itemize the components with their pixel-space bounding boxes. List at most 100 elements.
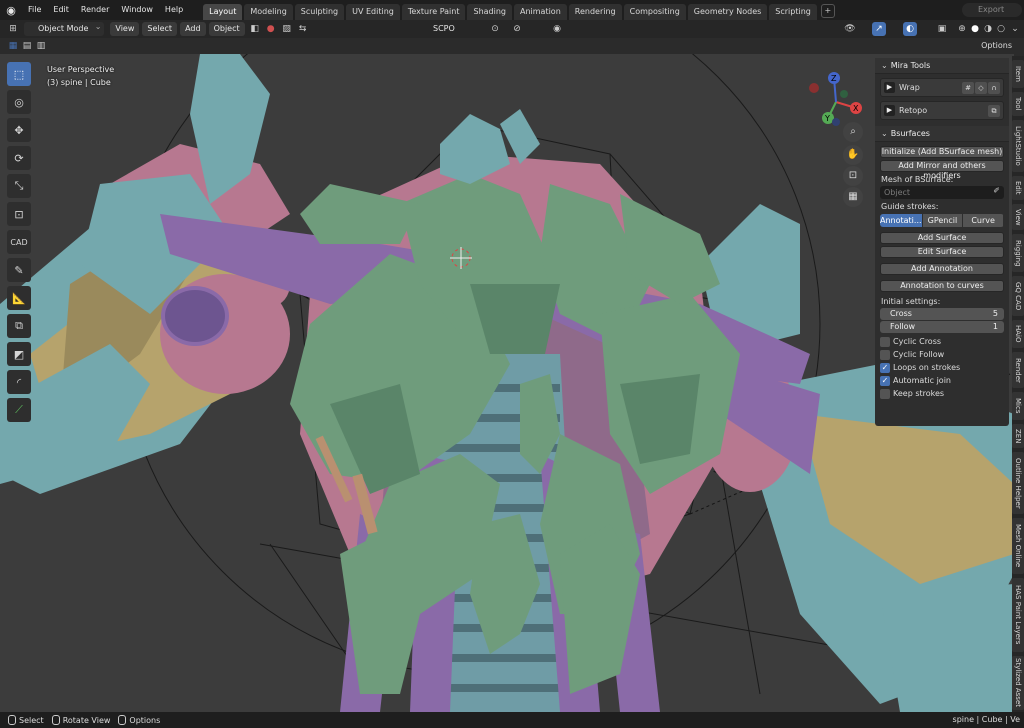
tab-view[interactable]: View: [1012, 204, 1024, 230]
move-icon[interactable]: ✥: [7, 118, 31, 142]
visibility-icon[interactable]: 👁: [843, 22, 857, 36]
material-shading-icon[interactable]: ◑: [981, 22, 995, 36]
play-icon[interactable]: ▶: [884, 82, 895, 93]
select-box-icon[interactable]: ⬚: [7, 62, 31, 86]
menu-file[interactable]: File: [22, 0, 47, 20]
zoom-icon[interactable]: ⌕: [843, 122, 863, 142]
diamond-icon[interactable]: ◇: [975, 82, 987, 94]
cad-icon[interactable]: CAD: [7, 230, 31, 254]
follow-field[interactable]: Follow 1: [880, 321, 1004, 333]
options-menu[interactable]: Options: [981, 40, 1012, 52]
extrude-icon[interactable]: ◩: [7, 342, 31, 366]
tab-edit[interactable]: Edit: [1012, 176, 1024, 200]
arch-icon[interactable]: ∩: [988, 82, 1000, 94]
menu-add[interactable]: Add: [180, 22, 206, 36]
keep-strokes-checkbox[interactable]: [880, 388, 890, 399]
cross-field[interactable]: Cross 5: [880, 308, 1004, 320]
rendered-shading-icon[interactable]: ○: [994, 22, 1008, 36]
add-surface-button[interactable]: Add Surface: [880, 232, 1004, 244]
camera-icon[interactable]: ⊡: [843, 166, 863, 186]
guide-curve-option[interactable]: Curve: [963, 214, 1004, 227]
bevel-icon[interactable]: ◜: [7, 370, 31, 394]
shading-options-icon[interactable]: ⌄: [1008, 22, 1022, 36]
scale-icon[interactable]: ⤡: [7, 174, 31, 198]
edit-surface-button[interactable]: Edit Surface: [880, 246, 1004, 258]
menu-render[interactable]: Render: [75, 0, 115, 20]
keep-strokes-row[interactable]: Keep strokes: [880, 388, 1004, 399]
editor-type-icon[interactable]: ⊞: [6, 22, 20, 36]
tab-rigging[interactable]: Rigging: [1012, 234, 1024, 272]
tab-compositing[interactable]: Compositing: [623, 4, 686, 20]
cursor-icon[interactable]: ◎: [7, 90, 31, 114]
cyclic-follow-row[interactable]: Cyclic Follow: [880, 349, 1004, 360]
tab-geometry-nodes[interactable]: Geometry Nodes: [687, 4, 768, 20]
cyclic-cross-row[interactable]: Cyclic Cross: [880, 336, 1004, 347]
tab-modeling[interactable]: Modeling: [244, 4, 293, 20]
select-mode-icon[interactable]: ▨: [280, 22, 294, 36]
cyclic-cross-checkbox[interactable]: [880, 336, 890, 347]
menu-edit[interactable]: Edit: [47, 0, 75, 20]
annotation-to-curves-button[interactable]: Annotation to curves: [880, 280, 1004, 292]
loops-on-strokes-checkbox[interactable]: ✓: [880, 362, 890, 373]
grid-tool-icon[interactable]: #: [962, 82, 974, 94]
proportional-icon[interactable]: ◉: [550, 22, 564, 36]
guide-gpencil-option[interactable]: GPencil: [922, 214, 963, 227]
tab-gq-cad[interactable]: GQ CAD: [1012, 276, 1024, 316]
tab-zen[interactable]: ZEN: [1012, 424, 1024, 448]
tab-mesh-online[interactable]: Mesh Online: [1012, 518, 1024, 574]
overlay-icon[interactable]: ◐: [903, 22, 917, 36]
tab-render[interactable]: Render: [1012, 352, 1024, 388]
tab-texture-paint[interactable]: Texture Paint: [401, 4, 466, 20]
cyclic-follow-checkbox[interactable]: [880, 349, 890, 360]
tab-tool[interactable]: Tool: [1012, 92, 1024, 116]
blender-logo-icon[interactable]: ◉: [0, 0, 22, 20]
gizmo-toggle-icon[interactable]: ↗: [872, 22, 886, 36]
object-field[interactable]: Object ✐: [880, 186, 1004, 199]
add-annotation-button[interactable]: Add Annotation: [880, 263, 1004, 275]
add-mirror-button[interactable]: Add Mirror and others modifiers: [880, 160, 1004, 180]
menu-view[interactable]: View: [110, 22, 140, 36]
wireframe-shading-icon[interactable]: ⊕: [955, 22, 969, 36]
tab-rendering[interactable]: Rendering: [568, 4, 622, 20]
solid-shading-icon[interactable]: ●: [968, 22, 982, 36]
scpo-addon-menu[interactable]: SCPO: [425, 22, 463, 36]
tab-animation[interactable]: Animation: [513, 4, 567, 20]
menu-help[interactable]: Help: [159, 0, 189, 20]
tab-layout[interactable]: Layout: [203, 4, 243, 20]
pivot-icon[interactable]: ⊙: [488, 22, 502, 36]
toggle-icon[interactable]: ◧: [248, 22, 262, 36]
copy-icon[interactable]: ⧉: [988, 105, 1000, 117]
loop-cut-icon[interactable]: ⟋: [7, 398, 31, 422]
rotate-icon[interactable]: ⟳: [7, 146, 31, 170]
record-icon[interactable]: ●: [264, 22, 278, 36]
pan-hand-icon[interactable]: ✋: [843, 145, 863, 165]
automatic-join-row[interactable]: ✓ Automatic join: [880, 375, 1004, 386]
snap-icon[interactable]: ⊘: [510, 22, 524, 36]
tab-stylized-asset[interactable]: Stylized Asset: [1012, 656, 1024, 710]
tab-scripting[interactable]: Scripting: [769, 4, 817, 20]
tab-has-paint-layers[interactable]: HAS Paint Layers: [1012, 578, 1024, 652]
mira-tools-header[interactable]: ⌄ Mira Tools: [875, 58, 1009, 74]
initialize-button[interactable]: Initialize (Add BSurface mesh): [880, 146, 1004, 158]
tab-haio[interactable]: HAiO: [1012, 320, 1024, 348]
tab-sculpting[interactable]: Sculpting: [294, 4, 345, 20]
add-cube-icon[interactable]: ⧉: [7, 314, 31, 338]
automatic-join-checkbox[interactable]: ✓: [880, 375, 890, 386]
loops-on-strokes-row[interactable]: ✓ Loops on strokes: [880, 362, 1004, 373]
add-workspace-button[interactable]: +: [820, 4, 835, 18]
sync-icon[interactable]: ⇆: [296, 22, 310, 36]
tab-shading[interactable]: Shading: [467, 4, 512, 20]
menu-window[interactable]: Window: [115, 0, 159, 20]
retopo-row[interactable]: ▶ Retopo ⧉: [880, 101, 1004, 120]
annotate-icon[interactable]: ✎: [7, 258, 31, 282]
select-mode-set-icon[interactable]: ▦: [6, 39, 20, 53]
grid-icon[interactable]: ▦: [843, 187, 863, 207]
guide-annotation-option[interactable]: Annotati...: [880, 214, 922, 227]
tab-uv-editing[interactable]: UV Editing: [346, 4, 400, 20]
tab-lightstudio[interactable]: LightStudio: [1012, 120, 1024, 172]
select-mode-subtract-icon[interactable]: ▥: [34, 39, 48, 53]
menu-select[interactable]: Select: [142, 22, 178, 36]
select-mode-extend-icon[interactable]: ▤: [20, 39, 34, 53]
wrap-row[interactable]: ▶ Wrap # ◇ ∩: [880, 78, 1004, 97]
eyedropper-icon[interactable]: ✐: [993, 186, 1000, 195]
